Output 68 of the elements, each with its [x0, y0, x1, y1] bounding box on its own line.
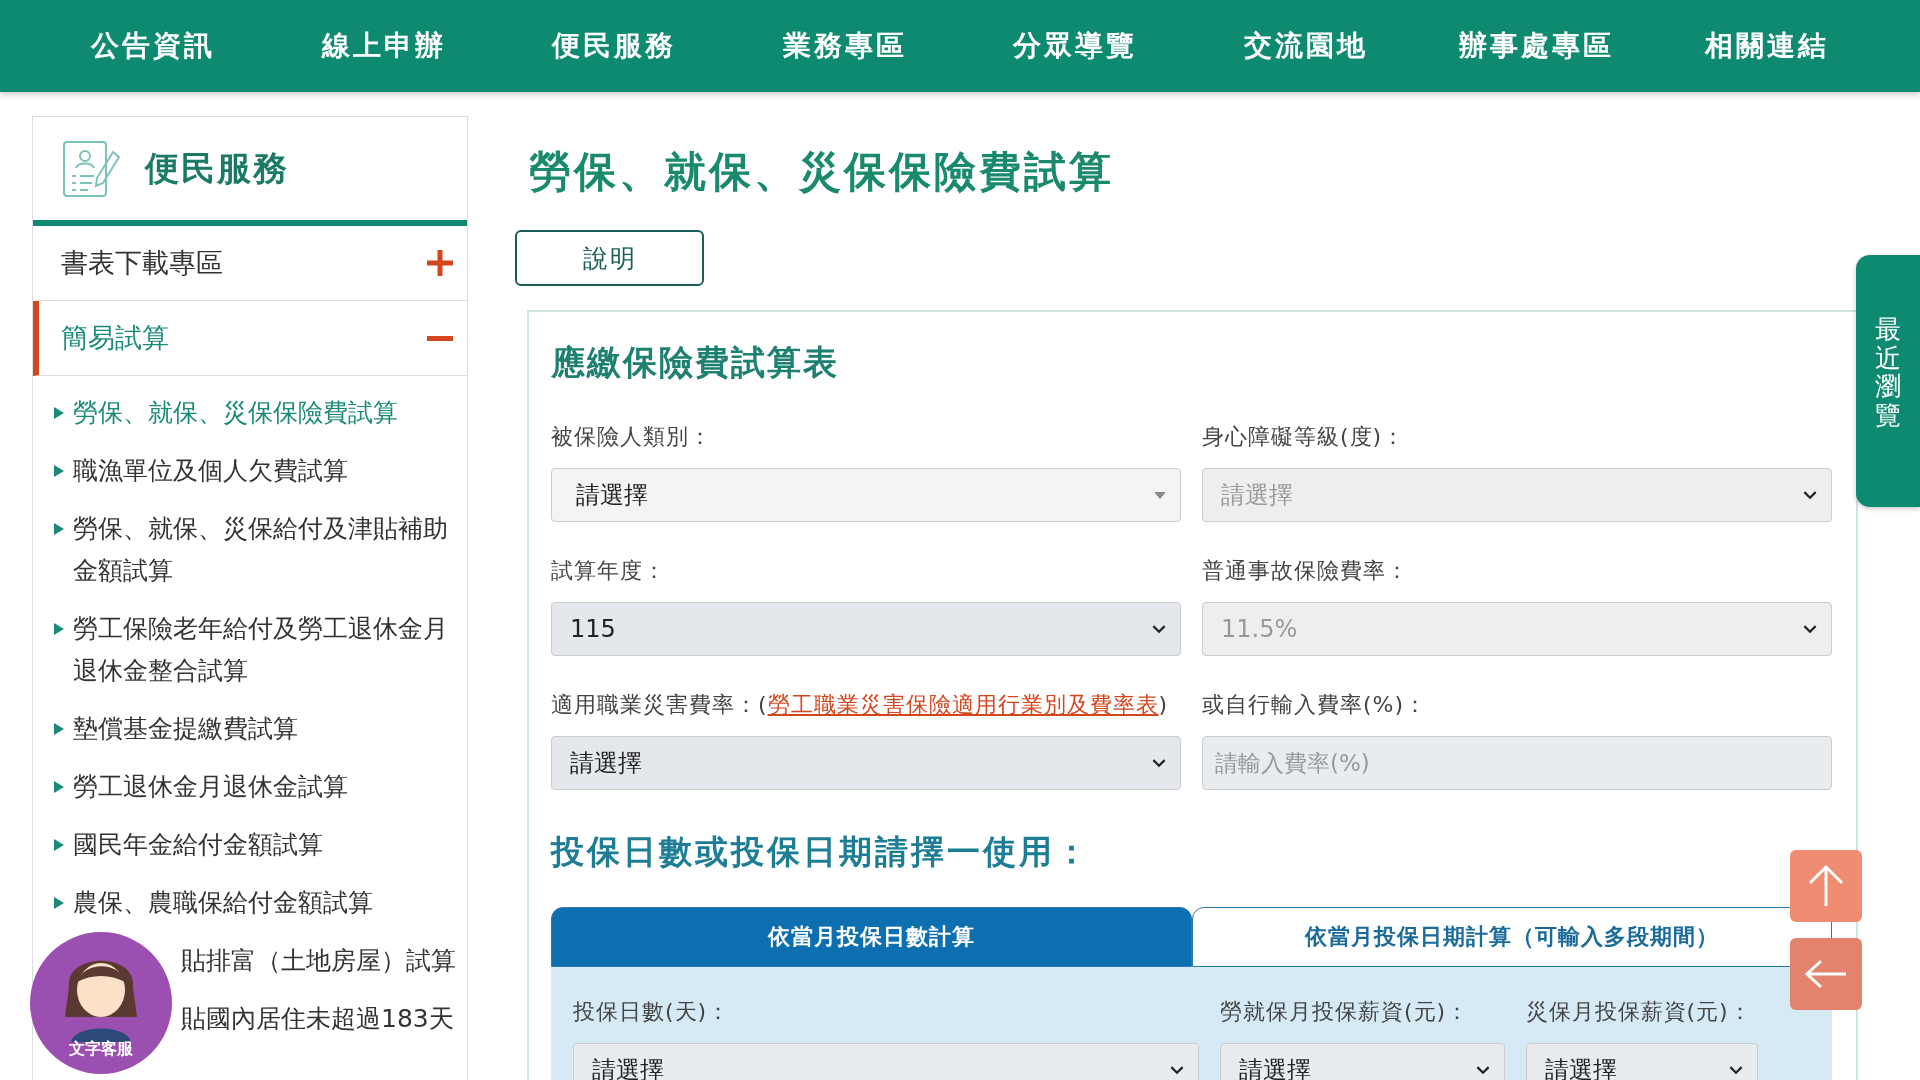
field-label: 災保月投保薪資(元)：: [1525, 998, 1753, 1026]
sidebar-link[interactable]: 貼國內居住未超過183天: [181, 990, 457, 1048]
select-field[interactable]: 請選擇: [551, 468, 1181, 522]
arrow-left-icon: [1804, 959, 1848, 989]
minus-icon: [427, 335, 453, 341]
nav-item[interactable]: 便民服務: [499, 27, 730, 65]
nav-item[interactable]: 業務專區: [729, 27, 960, 65]
triangle-bullet-icon: [53, 406, 65, 420]
chat-label: 文字客服: [68, 1039, 134, 1060]
sidebar-section[interactable]: 簡易試算: [33, 301, 467, 376]
field-label: 身心障礙等級(度)：: [1202, 423, 1407, 451]
sidebar-title: 便民服務: [145, 146, 289, 190]
triangle-bullet-icon: [53, 464, 65, 478]
scroll-top-button[interactable]: [1790, 850, 1862, 922]
field-label: 適用職業災害費率：(勞工職業災害保險適用行業別及費率表): [551, 691, 1170, 719]
field-label: 試算年度：: [551, 557, 667, 585]
sidebar-link[interactable]: 職漁單位及個人欠費試算: [53, 442, 457, 500]
nav-item[interactable]: 分眾導覽: [960, 27, 1191, 65]
back-button[interactable]: [1790, 938, 1862, 1010]
triangle-bullet-icon: [53, 896, 65, 910]
triangle-bullet-icon: [53, 780, 65, 794]
field-label: 投保日數(天)：: [573, 998, 732, 1026]
tab[interactable]: 依當月投保日數計算: [551, 907, 1192, 967]
triangle-bullet-icon: [53, 722, 65, 736]
sidebar-link[interactable]: 貼排富（土地房屋）試算: [181, 932, 457, 990]
triangle-bullet-icon: [53, 522, 65, 536]
chat-service-button[interactable]: 文字客服: [30, 932, 172, 1074]
card-title: 應繳保險費試算表: [551, 341, 840, 384]
nav-item[interactable]: 線上申辦: [268, 27, 499, 65]
caret-icon: [1154, 491, 1166, 499]
field-label: 普通事故保險費率：: [1202, 557, 1410, 585]
plus-icon: [427, 250, 453, 276]
section-label: 簡易試算: [61, 321, 169, 355]
field-label: 被保險人類別：: [551, 423, 713, 451]
sidebar-link[interactable]: 農保、農職保給付金額試算: [53, 874, 457, 932]
recent-views-tab[interactable]: 最近瀏覽: [1856, 255, 1920, 507]
select-field[interactable]: 115: [551, 602, 1181, 656]
tab[interactable]: 依當月投保日期計算（可輸入多段期間）: [1191, 907, 1832, 967]
triangle-bullet-icon: [53, 622, 65, 636]
chevron-down-icon: [1729, 1065, 1743, 1075]
select-field[interactable]: 請選擇: [551, 736, 1181, 790]
chevron-down-icon: [1170, 1065, 1184, 1075]
rate-table-link[interactable]: 勞工職業災害保險適用行業別及費率表: [767, 692, 1159, 717]
sidebar-link[interactable]: 國民年金給付金額試算: [53, 816, 457, 874]
chevron-down-icon: [1152, 758, 1166, 768]
nav-item[interactable]: 公告資訊: [38, 27, 269, 65]
arrow-up-icon: [1806, 864, 1846, 908]
sidebar-link[interactable]: 勞保、就保、災保給付及津貼補助金額試算: [53, 500, 457, 600]
field-label: 勞就保月投保薪資(元)：: [1220, 998, 1471, 1026]
section-label: 書表下載專區: [61, 246, 223, 280]
sidebar-link[interactable]: 勞工保險老年給付及勞工退休金月退休金整合試算: [53, 600, 457, 700]
field-label: 或自行輸入費率(%)：: [1202, 691, 1429, 719]
chevron-down-icon: [1475, 1065, 1490, 1075]
page-title: 勞保、就保、災保保險費試算: [529, 146, 1114, 198]
nav-item[interactable]: 相關連結: [1651, 27, 1882, 65]
chevron-down-icon: [1803, 624, 1817, 634]
nav-item[interactable]: 辦事處專區: [1421, 27, 1652, 65]
rate-input-field[interactable]: 請輸入費率(%): [1202, 736, 1832, 790]
sidebar-link[interactable]: 勞工退休金月退休金試算: [53, 758, 457, 816]
triangle-bullet-icon: [53, 838, 65, 852]
help-button[interactable]: 說明: [515, 230, 704, 286]
section-title: 投保日數或投保日期請擇一使用：: [551, 831, 1092, 873]
sidebar-link[interactable]: 勞保、就保、災保保險費試算: [53, 384, 457, 442]
sidebar-link[interactable]: 墊償基金提繳費試算: [53, 700, 457, 758]
chevron-down-icon: [1803, 490, 1817, 500]
chevron-down-icon: [1152, 624, 1166, 634]
nav-item[interactable]: 交流園地: [1190, 27, 1421, 65]
sidebar-section[interactable]: 書表下載專區: [33, 226, 467, 301]
